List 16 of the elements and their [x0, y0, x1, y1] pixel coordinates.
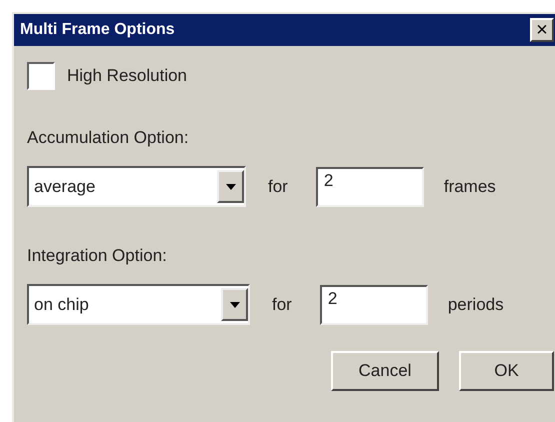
section-label: Accumulation Option:: [27, 128, 190, 148]
unit-label: periods: [448, 294, 504, 314]
for-label: for: [272, 294, 292, 314]
section-label: Integration Option:: [27, 246, 168, 266]
checkbox[interactable]: [27, 62, 55, 90]
ok-button[interactable]: OK: [459, 351, 554, 391]
unit-label: frames: [444, 176, 496, 196]
cancel-button[interactable]: Cancel: [331, 351, 439, 391]
checkbox-label: High Resolution: [67, 66, 188, 86]
close-button[interactable]: ×: [530, 18, 554, 42]
input-field[interactable]: 2: [320, 284, 428, 324]
for-label: for: [268, 176, 288, 196]
input-field[interactable]: 2: [316, 166, 424, 206]
window-title: Multi Frame Options: [20, 21, 175, 39]
dropdown[interactable]: on chip: [27, 284, 250, 325]
dropdown[interactable]: average: [27, 166, 246, 207]
